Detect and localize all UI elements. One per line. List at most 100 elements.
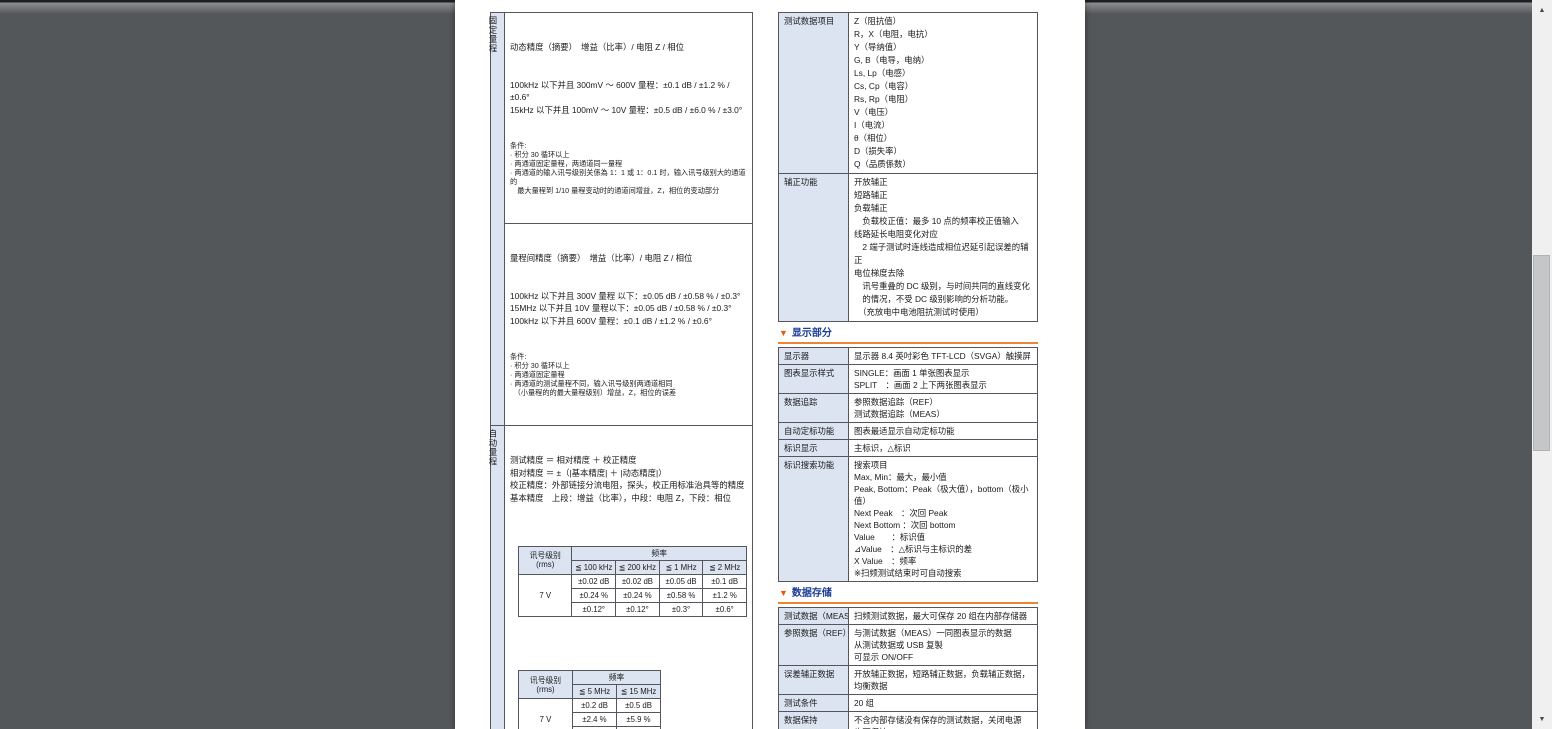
signal-level-value: 7 V <box>519 574 572 616</box>
signal-level-accuracy-table-2: 讯号级别 (rms) 频率 ≦ 5 MHz ≦ 15 MHz 7 V ±0.2 … <box>518 670 661 729</box>
auto-range-accuracy-cell: 测试精度 ＝ 相对精度 ＋ 校正精度 相对精度 ＝ ±（|基本精度| ＋ |动态… <box>505 426 753 729</box>
scroll-up-icon: ▲ <box>1539 7 1546 14</box>
section-marker-icon: ▼ <box>779 588 788 598</box>
block-conditions: 条件: · 积分 30 循环以上 · 两通道固定量程，两通道同一量程 · 两通道… <box>510 141 747 195</box>
fixed-range-dynamic-accuracy-cell: 动态精度（摘要） 增益（比率）/ 电阻 Z / 相位 100kHz 以下并且 3… <box>505 13 753 224</box>
signal-level-header: 讯号级别 (rms) <box>519 546 572 574</box>
row-label: 测试数据（MEAS） <box>779 608 849 625</box>
accuracy-cell: ±0.02 dB <box>616 574 660 588</box>
freq-col-header: ≦ 15 MHz <box>617 685 661 699</box>
row-value: 图表最适显示自动定标功能 <box>849 423 1038 440</box>
table-row: 辅正功能 开放辅正 短路辅正 负载辅正 负载校正值：最多 10 点的频率校正值输… <box>779 174 1038 322</box>
row-label: 标识显示 <box>779 440 849 457</box>
row-value: SINGLE：画面 1 单张图表显示 SPLIT ：画面 2 上下两张图表显示 <box>849 365 1038 394</box>
block-lines: 100kHz 以下并且 300V 量程 以下：±0.05 dB / ±0.58 … <box>510 290 747 328</box>
row-value: Z（阻抗值） R，X（电阻，电抗） Y（导纳值） G, B（电导，电纳） Ls,… <box>849 13 1038 174</box>
table-row: 固定量程 动态精度（摘要） 增益（比率）/ 电阻 Z / 相位 100kHz 以… <box>491 13 753 224</box>
table-row: 数据追踪 参照数据追踪（REF） 测试数据追踪（MEAS） <box>779 394 1038 423</box>
inter-range-accuracy-cell: 量程间精度（摘要） 增益（比率）/ 电阻 Z / 相位 100kHz 以下并且 … <box>505 224 753 426</box>
block-lines: 测试精度 ＝ 相对精度 ＋ 校正精度 相对精度 ＝ ±（|基本精度| ＋ |动态… <box>510 454 747 504</box>
row-label: 标识搜索功能 <box>779 457 849 582</box>
accuracy-cell: ±0.05 dB <box>659 574 703 588</box>
viewer-background-left <box>0 0 455 729</box>
section-title: 数据存储 <box>792 588 832 599</box>
scrollbar-thumb[interactable] <box>1533 255 1550 451</box>
fixed-range-label: 固定量程 <box>491 13 505 426</box>
data-storage-table: 测试数据（MEAS） 扫频测试数据，最大可保存 20 组在内部存储器 参照数据（… <box>778 607 1038 729</box>
freq-col-header: ≦ 2 MHz <box>703 560 747 574</box>
table-row: 显示器 显示器 8.4 英吋彩色 TFT-LCD（SVGA）触摸屏 <box>779 348 1038 365</box>
freq-col-header: ≦ 5 MHz <box>573 685 617 699</box>
frequency-header: 频率 <box>573 671 661 685</box>
scroll-up-button[interactable]: ▲ <box>1532 2 1552 18</box>
table-row: 图表显示样式 SINGLE：画面 1 单张图表显示 SPLIT ：画面 2 上下… <box>779 365 1038 394</box>
row-label: 测试数据项目 <box>779 13 849 174</box>
freq-col-header: ≦ 100 kHz <box>572 560 616 574</box>
row-value: 主标识，△标识 <box>849 440 1038 457</box>
row-value: 与测试数据（MEAS）一同图表显示的数据 从测试数据或 USB 复製 可显示 O… <box>849 625 1038 666</box>
row-label: 图表显示样式 <box>779 365 849 394</box>
accuracy-cell: ±2.4 % <box>573 713 617 727</box>
section-marker-icon: ▼ <box>779 328 788 338</box>
row-label: 测试条件 <box>779 695 849 712</box>
table-row: 数据保持 不含内部存储没有保存的测试数据，关闭电源 也可保持 <box>779 712 1038 729</box>
table-row: 参照数据（REF） 与测试数据（MEAS）一同图表显示的数据 从测试数据或 US… <box>779 625 1038 666</box>
scroll-down-icon: ▼ <box>1539 716 1546 723</box>
table-row: 测试数据（MEAS） 扫频测试数据，最大可保存 20 组在内部存储器 <box>779 608 1038 625</box>
vertical-scrollbar[interactable]: ▲ ▼ <box>1532 0 1552 729</box>
row-value: 20 组 <box>849 695 1038 712</box>
table-row: 讯号级别 (rms) 频率 <box>519 671 661 685</box>
table-row: 标识搜索功能 搜索项目 Max, Min：最大，最小值 Peak, Bottom… <box>779 457 1038 582</box>
accuracy-cell: ±0.3° <box>659 602 703 616</box>
block-lines: 100kHz 以下并且 300mV ～ 600V 量程：±0.1 dB / ±1… <box>510 79 747 117</box>
accuracy-cell: ±0.24 % <box>616 588 660 602</box>
signal-level-value: 7 V <box>519 699 573 729</box>
auto-range-label: 自动量程 <box>491 426 505 729</box>
accuracy-cell: ±0.24 % <box>572 588 616 602</box>
signal-level-header: 讯号级别 (rms) <box>519 671 573 699</box>
section-title: 显示部分 <box>792 328 832 339</box>
table-row: 测试条件 20 组 <box>779 695 1038 712</box>
row-value: 不含内部存储没有保存的测试数据，关闭电源 也可保持 <box>849 712 1038 729</box>
accuracy-cell: ±1.2 % <box>703 588 747 602</box>
table-row: 自动量程 测试精度 ＝ 相对精度 ＋ 校正精度 相对精度 ＝ ±（|基本精度| … <box>491 426 753 729</box>
table-row: 自动定标功能 图表最适显示自动定标功能 <box>779 423 1038 440</box>
row-label: 辅正功能 <box>779 174 849 322</box>
row-label: 自动定标功能 <box>779 423 849 440</box>
signal-level-accuracy-table-1: 讯号级别 (rms) 频率 ≦ 100 kHz ≦ 200 kHz ≦ 1 MH… <box>518 546 747 617</box>
row-label: 数据追踪 <box>779 394 849 423</box>
table-row: 测试数据项目 Z（阻抗值） R，X（电阻，电抗） Y（导纳值） G, B（电导，… <box>779 13 1038 174</box>
table-row: 7 V ±0.2 dB ±0.5 dB <box>519 699 661 713</box>
viewer-background-right <box>1085 0 1532 729</box>
spec-column-right: 测试数据项目 Z（阻抗值） R，X（电阻，电抗） Y（导纳值） G, B（电导，… <box>778 12 1038 729</box>
table-row: 误差辅正数据 开放辅正数据，短路辅正数据，负载辅正数据， 均衡数据 <box>779 666 1038 695</box>
row-value: 开放辅正数据，短路辅正数据，负载辅正数据， 均衡数据 <box>849 666 1038 695</box>
row-label: 误差辅正数据 <box>779 666 849 695</box>
block-title: 量程间精度（摘要） 增益（比率）/ 电阻 Z / 相位 <box>510 252 747 265</box>
row-label: 数据保持 <box>779 712 849 729</box>
freq-col-header: ≦ 200 kHz <box>616 560 660 574</box>
accuracy-cell: ±5.9 % <box>617 713 661 727</box>
accuracy-cell: ±0.02 dB <box>572 574 616 588</box>
table-row: 7 V ±0.02 dB ±0.02 dB ±0.05 dB ±0.1 dB <box>519 574 747 588</box>
table-row: 讯号级别 (rms) 频率 <box>519 546 747 560</box>
accuracy-cell: ±0.1 dB <box>703 574 747 588</box>
accuracy-cell: ±0.12° <box>616 602 660 616</box>
block-conditions: 条件: · 积分 30 循环以上 · 两通道固定量程 · 两通道的测试量程不同，… <box>510 352 747 397</box>
impedance-test-table: 测试数据项目 Z（阻抗值） R，X（电阻，电抗） Y（导纳值） G, B（电导，… <box>778 12 1038 322</box>
table-row: 量程间精度（摘要） 增益（比率）/ 电阻 Z / 相位 100kHz 以下并且 … <box>491 224 753 426</box>
section-heading-display: ▼ 显示部分 <box>778 327 1038 344</box>
accuracy-cell: ±0.6° <box>703 602 747 616</box>
row-label: 显示器 <box>779 348 849 365</box>
row-value: 显示器 8.4 英吋彩色 TFT-LCD（SVGA）触摸屏 <box>849 348 1038 365</box>
scroll-down-button[interactable]: ▼ <box>1532 711 1552 727</box>
spec-column-left: 固定量程 动态精度（摘要） 增益（比率）/ 电阻 Z / 相位 100kHz 以… <box>490 12 753 729</box>
display-section-table: 显示器 显示器 8.4 英吋彩色 TFT-LCD（SVGA）触摸屏 图表显示样式… <box>778 347 1038 582</box>
document-page: 固定量程 动态精度（摘要） 增益（比率）/ 电阻 Z / 相位 100kHz 以… <box>455 0 1085 729</box>
section-heading-data-storage: ▼ 数据存储 <box>778 587 1038 604</box>
table-row: 标识显示 主标识，△标识 <box>779 440 1038 457</box>
block-title: 动态精度（摘要） 增益（比率）/ 电阻 Z / 相位 <box>510 41 747 54</box>
frequency-header: 频率 <box>572 546 747 560</box>
accuracy-cell: ±0.58 % <box>659 588 703 602</box>
freq-col-header: ≦ 1 MHz <box>659 560 703 574</box>
